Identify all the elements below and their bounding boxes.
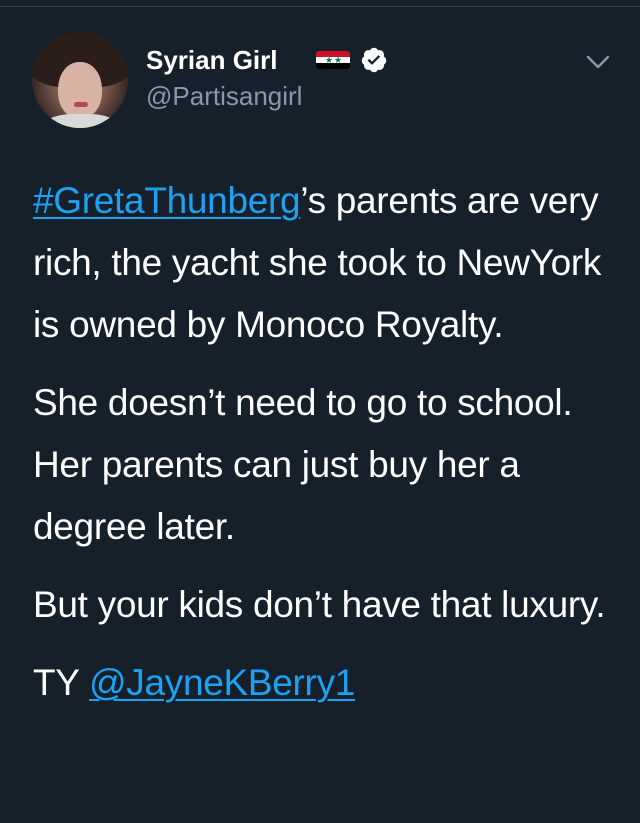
verified-badge-icon	[361, 47, 387, 73]
avatar-shirt	[40, 114, 122, 128]
syria-flag-icon: ★ ★	[316, 51, 350, 69]
tweet-paragraph-1: #GretaThunberg’s parents are very rich, …	[33, 170, 613, 356]
tweet-paragraph-4-prefix: TY	[33, 662, 89, 703]
avatar[interactable]	[32, 32, 128, 128]
tweet-paragraph-3: But your kids don’t have that luxury.	[33, 584, 606, 625]
tweet-paragraph-2: She doesn’t need to go to school. Her pa…	[33, 382, 573, 547]
tweet-paragraph-4: TY @JayneKBerry1	[33, 652, 613, 714]
user-handle[interactable]: @Partisangirl	[146, 80, 302, 112]
chevron-down-icon[interactable]	[584, 52, 612, 72]
top-divider	[0, 6, 640, 7]
tweet-text: #GretaThunberg’s parents are very rich, …	[33, 170, 613, 730]
hashtag-link[interactable]: #GretaThunberg	[33, 180, 301, 221]
mention-link[interactable]: @JayneKBerry1	[89, 662, 355, 703]
avatar-lips	[74, 102, 88, 107]
avatar-face	[58, 62, 102, 118]
display-name[interactable]: Syrian Girl	[146, 44, 278, 76]
